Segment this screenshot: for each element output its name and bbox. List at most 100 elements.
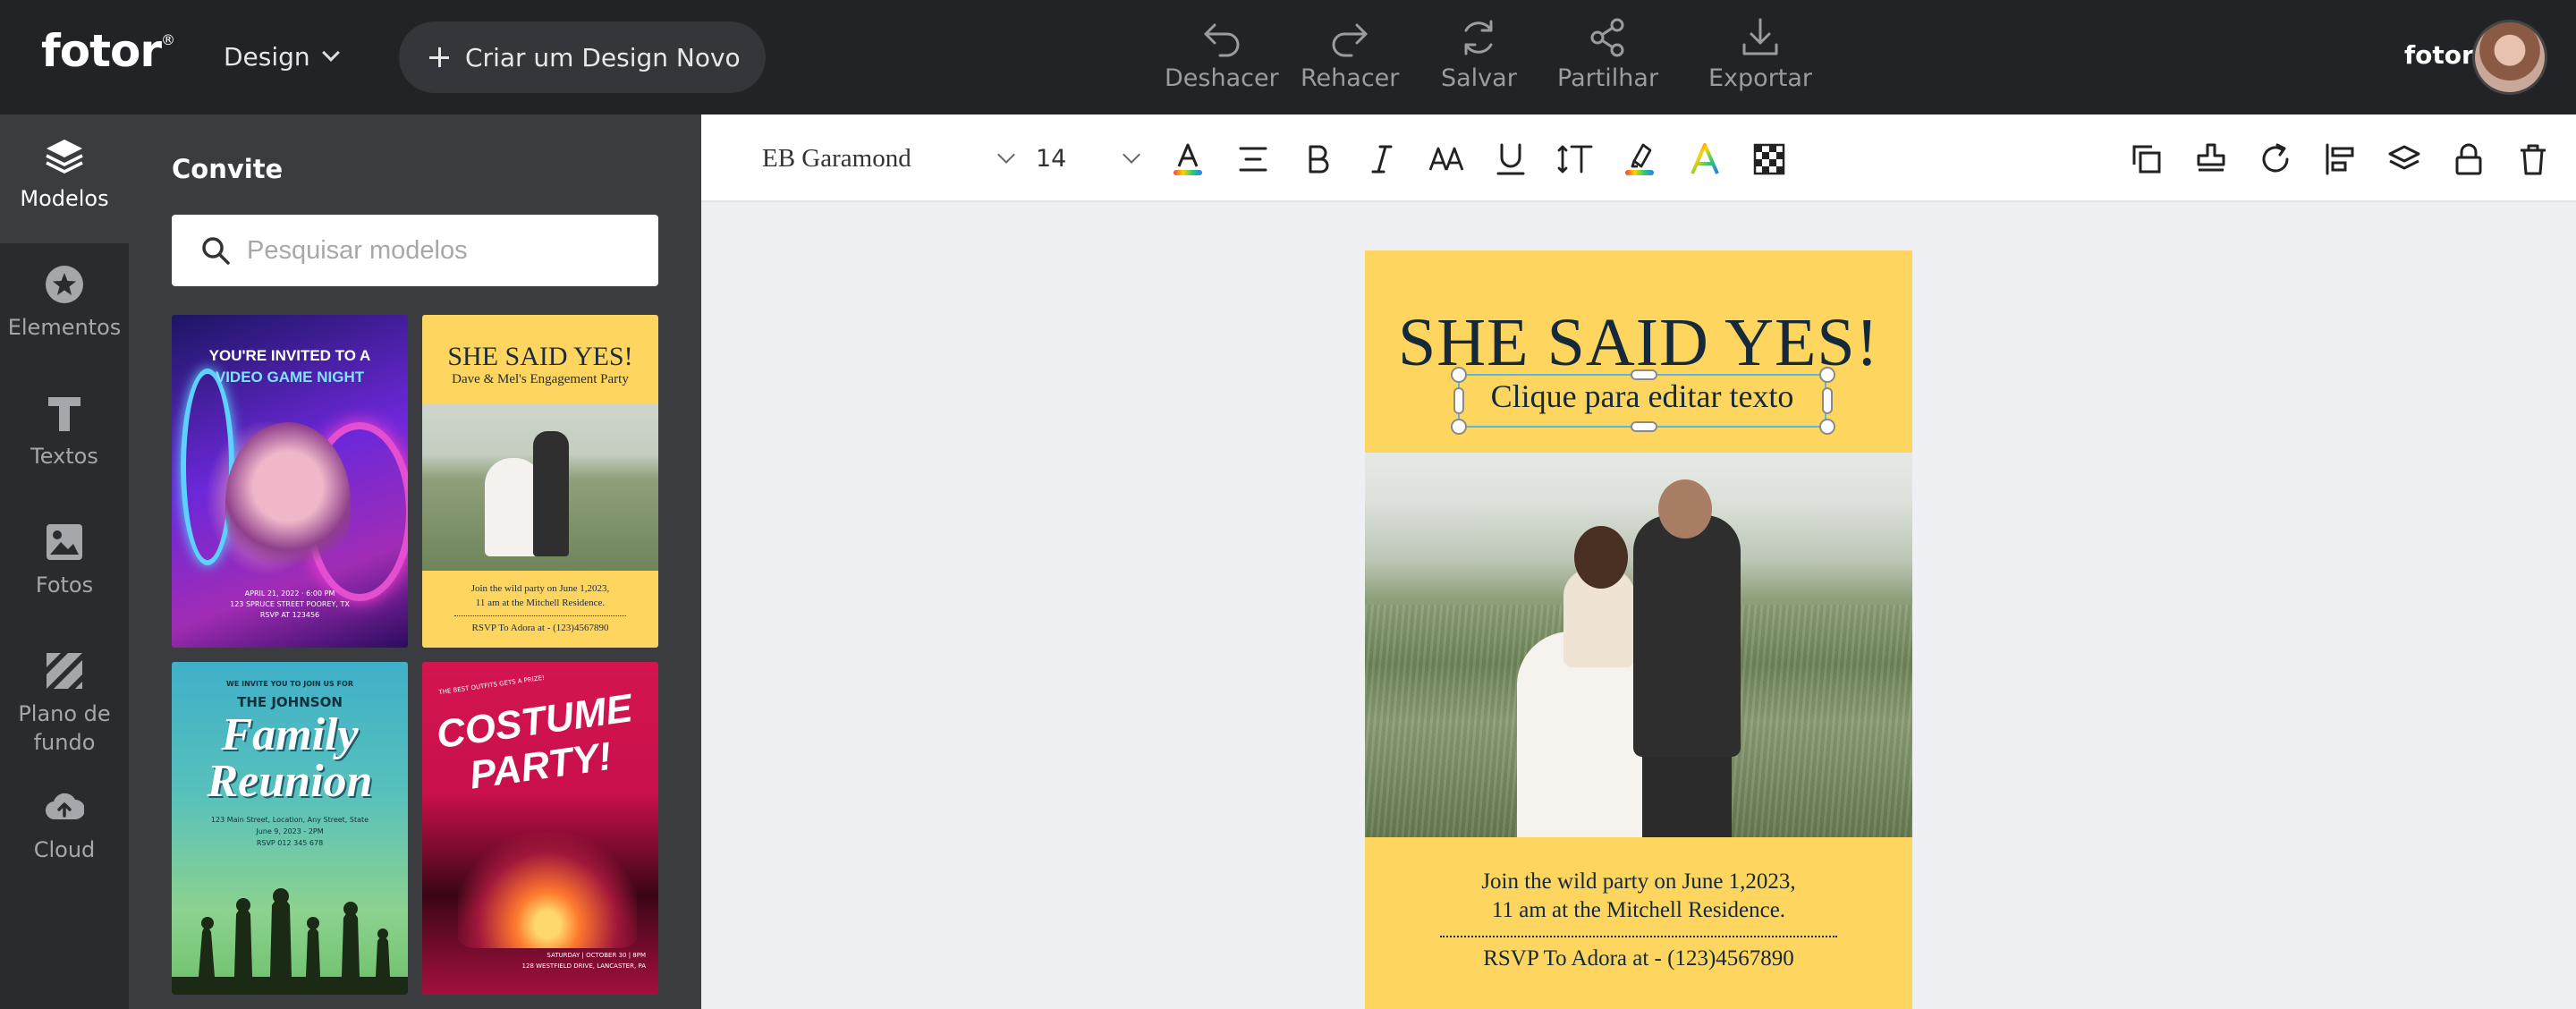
- thumb-title: COSTUME PARTY!: [434, 686, 635, 798]
- resize-handle-bottom[interactable]: [1631, 421, 1657, 432]
- nav-item-photos[interactable]: Fotos: [0, 522, 129, 599]
- couple-photo: [422, 404, 658, 571]
- undo-icon: [1204, 23, 1240, 57]
- underline-button[interactable]: [1489, 138, 1532, 181]
- nav-item-texts-label: Textos: [30, 444, 98, 469]
- template-thumb-she-said-yes[interactable]: SHE SAID YES! Dave & Mel's Engagement Pa…: [422, 315, 658, 648]
- resize-handle-top-left[interactable]: [1451, 367, 1467, 383]
- duplicate-button[interactable]: [2125, 138, 2168, 181]
- align-left-icon: [2326, 143, 2354, 175]
- image-icon: [47, 524, 82, 560]
- save-label: Salvar: [1441, 64, 1517, 92]
- template-thumb-costume-party[interactable]: THE BEST OUTFITS GETS A PRIZE! COSTUME P…: [422, 662, 658, 995]
- redo-button[interactable]: Rehacer: [1301, 16, 1399, 98]
- resize-handle-top[interactable]: [1631, 369, 1657, 380]
- neon-ring-decoration: [181, 369, 234, 565]
- clone-style-button[interactable]: [2190, 138, 2233, 181]
- export-button[interactable]: Exportar: [1708, 16, 1812, 98]
- nav-item-templates-label: Modelos: [20, 186, 109, 211]
- create-new-design-button[interactable]: Criar um Design Novo: [399, 21, 766, 93]
- italic-button[interactable]: [1360, 138, 1403, 181]
- bride-head: [1574, 526, 1628, 589]
- resize-handle-right[interactable]: [1822, 387, 1833, 414]
- text-gradient-button[interactable]: [1683, 138, 1726, 181]
- thumb-headline-line1: YOU'RE INVITED TO A: [208, 347, 371, 364]
- portrait-graphic: [225, 422, 351, 583]
- background-pattern-icon: [47, 653, 82, 689]
- redo-icon: [1332, 23, 1368, 57]
- selected-text-box[interactable]: Clique para editar texto: [1451, 367, 1835, 435]
- canvas-body-text[interactable]: Join the wild party on June 1,2023, 11 a…: [1365, 868, 1912, 925]
- design-menu-label: Design: [224, 41, 310, 72]
- resize-handle-top-right[interactable]: [1819, 367, 1835, 383]
- chevron-down-icon: [997, 146, 1015, 164]
- nav-item-background-label: Plano de fundo: [18, 701, 111, 755]
- checkerboard-icon: [1753, 143, 1785, 175]
- avatar[interactable]: [2472, 20, 2547, 95]
- nav-item-texts[interactable]: Textos: [0, 394, 129, 471]
- groom-figure: [533, 431, 569, 556]
- top-bar: fotor® Design Criar um Design Novo Desha…: [0, 0, 2576, 114]
- thumb-footer: APRIL 21, 2022 · 6:00 PM 123 SPRUCE STRE…: [230, 589, 350, 619]
- lock-button[interactable]: [2447, 138, 2490, 181]
- nav-item-cloud[interactable]: Cloud: [0, 787, 129, 864]
- template-thumb-video-game-night[interactable]: YOU'RE INVITED TO A VIDEO GAME NIGHT APR…: [172, 315, 408, 648]
- canvas-rsvp[interactable]: RSVP To Adora at - (123)4567890: [1365, 946, 1912, 971]
- design-menu[interactable]: Design: [224, 36, 340, 77]
- thumb-title: Family Reunion: [207, 709, 373, 807]
- nav-item-elements[interactable]: Elementos: [0, 265, 129, 342]
- font-size-select[interactable]: 14: [1036, 138, 1147, 179]
- font-family-value: EB Garamond: [762, 143, 911, 173]
- resize-handle-left[interactable]: [1453, 387, 1464, 414]
- align-button[interactable]: [1232, 138, 1275, 181]
- search-icon: [202, 237, 230, 265]
- text-color-button[interactable]: [1166, 138, 1209, 181]
- font-size-value: 14: [1036, 144, 1067, 173]
- dotted-divider: [1440, 936, 1837, 937]
- dotted-divider: [454, 615, 626, 616]
- undo-button[interactable]: Deshacer: [1165, 16, 1279, 98]
- bold-icon: [1309, 145, 1329, 174]
- canvas-subtitle[interactable]: Clique para editar texto: [1460, 377, 1825, 415]
- template-thumb-family-reunion[interactable]: WE INVITE YOU TO JOIN US FOR THE JOHNSON…: [172, 662, 408, 995]
- share-label: Partilhar: [1557, 64, 1659, 92]
- nav-item-templates[interactable]: Modelos: [0, 114, 129, 243]
- line-spacing-button[interactable]: [1554, 138, 1597, 181]
- font-family-select[interactable]: EB Garamond: [762, 138, 1021, 179]
- groom-head: [1658, 479, 1712, 538]
- layers-icon: [2388, 145, 2420, 170]
- undo-label: Deshacer: [1165, 64, 1279, 92]
- fotor-logo[interactable]: fotor®: [41, 25, 175, 77]
- underline-icon: [1496, 143, 1525, 175]
- rotate-icon: [2262, 143, 2289, 173]
- search-box[interactable]: [172, 215, 658, 286]
- save-button[interactable]: Salvar: [1441, 16, 1517, 98]
- search-input[interactable]: [247, 235, 640, 266]
- star-circle-icon: [46, 266, 83, 303]
- duplicate-icon: [2132, 145, 2161, 174]
- stamp-icon: [2197, 143, 2225, 172]
- delete-button[interactable]: [2512, 138, 2555, 181]
- family-silhouette: [172, 888, 408, 995]
- resize-handle-bottom-left[interactable]: [1451, 419, 1467, 435]
- transparency-button[interactable]: [1748, 138, 1791, 181]
- sync-save-icon: [1464, 20, 1493, 55]
- thumb-headline: YOU'RE INVITED TO A VIDEO GAME NIGHT: [172, 345, 408, 388]
- design-canvas[interactable]: SHE SAID YES! Clique para editar texto J…: [1365, 250, 1912, 1009]
- font-case-button[interactable]: [1425, 138, 1468, 181]
- align-objects-button[interactable]: [2318, 138, 2361, 181]
- couple-photo[interactable]: [1365, 453, 1912, 837]
- bold-button[interactable]: [1296, 138, 1339, 181]
- trash-icon: [2521, 144, 2546, 175]
- italic-icon: [1371, 145, 1393, 174]
- user-name[interactable]: fotor: [2404, 40, 2474, 70]
- text-color-icon: [1174, 143, 1202, 175]
- thumb-body-text: Join the wild party on June 1,2023, 11 a…: [470, 583, 610, 608]
- highlight-color-button[interactable]: [1618, 138, 1661, 181]
- nav-item-background[interactable]: Plano de fundo: [0, 651, 129, 757]
- thumb-rsvp: RSVP To Adora at - (123)4567890: [471, 623, 609, 633]
- share-button[interactable]: Partilhar: [1557, 16, 1658, 98]
- rotate-button[interactable]: [2254, 138, 2297, 181]
- resize-handle-bottom-right[interactable]: [1819, 419, 1835, 435]
- layers-button[interactable]: [2383, 138, 2426, 181]
